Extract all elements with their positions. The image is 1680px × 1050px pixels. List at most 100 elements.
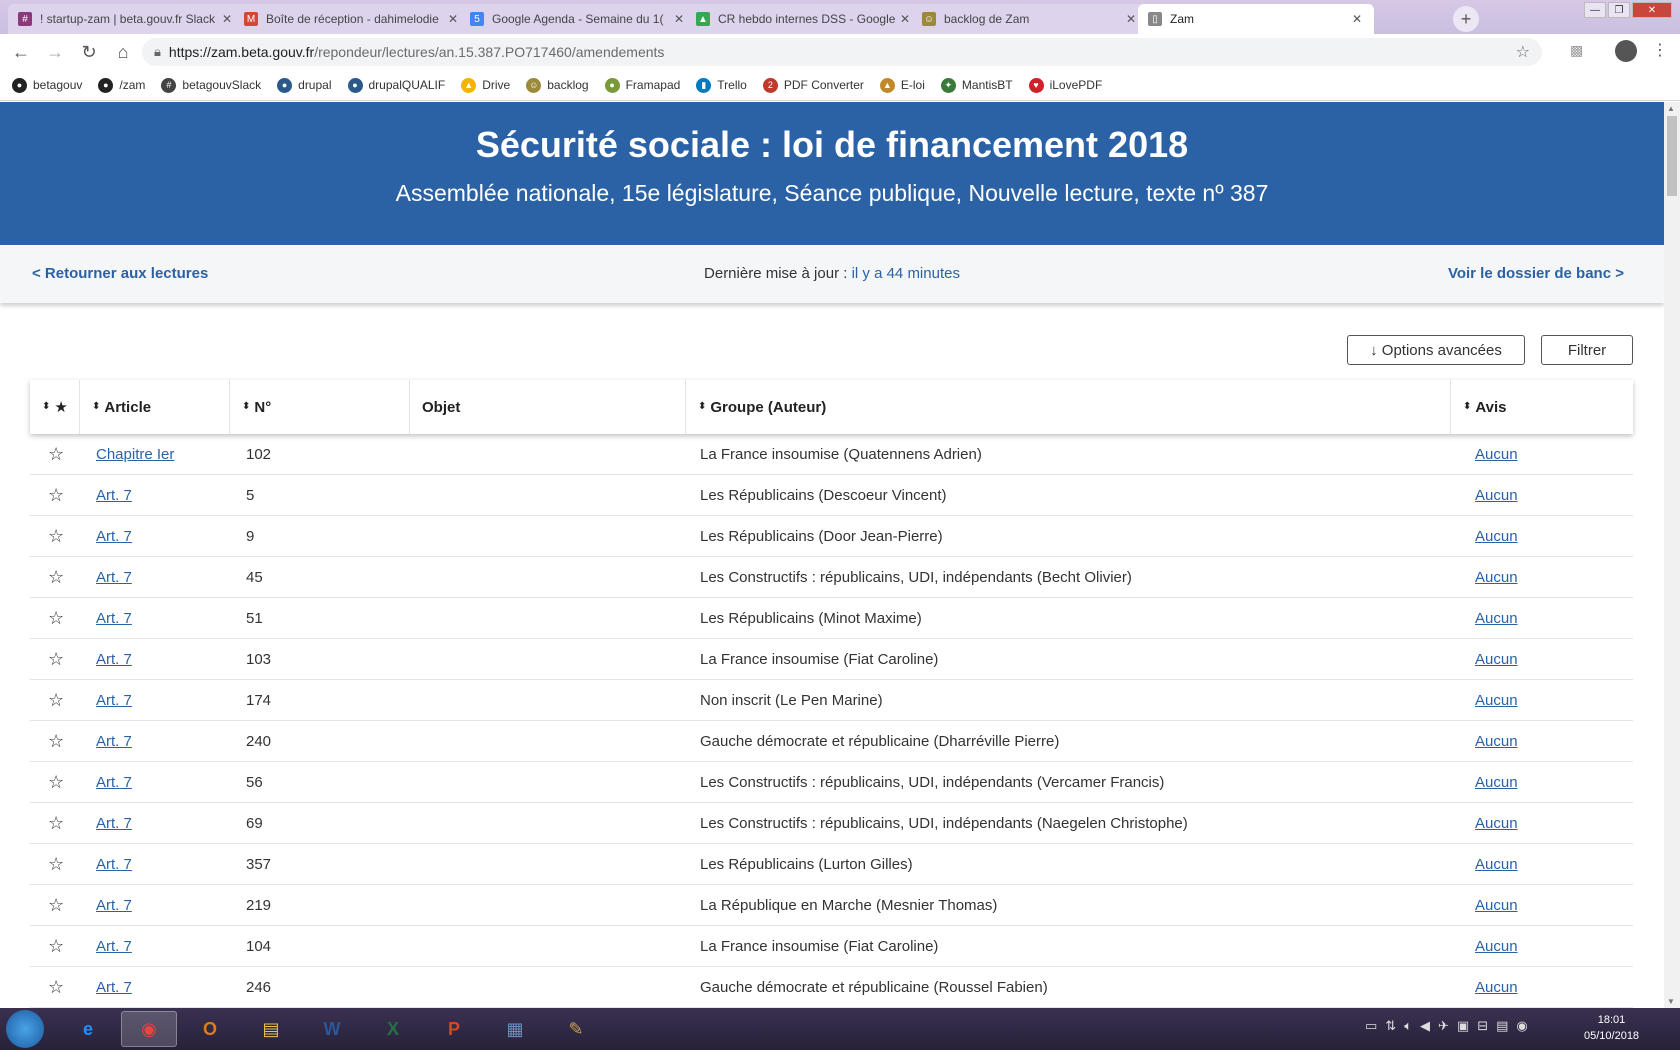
url-field[interactable]: 🔒︎ https://zam.beta.gouv.fr/repondeur/le…: [142, 38, 1542, 66]
restore-button[interactable]: ❐: [1608, 2, 1630, 18]
article-link[interactable]: Chapitre Ier: [96, 434, 174, 474]
article-link[interactable]: Art. 7: [96, 557, 132, 597]
bookmark-item[interactable]: ▮ Trello: [696, 77, 747, 93]
favorite-star-icon[interactable]: ☆: [48, 680, 64, 720]
close-window-button[interactable]: ✕: [1632, 2, 1672, 18]
bookmark-item[interactable]: # betagouvSlack: [161, 77, 261, 93]
browser-tab[interactable]: M Boîte de réception - dahimelodie ✕: [234, 4, 470, 34]
bookmark-item[interactable]: ▲ E-loi: [879, 77, 925, 93]
bookmark-item[interactable]: 2 PDF Converter: [762, 77, 864, 93]
article-link[interactable]: Art. 7: [96, 967, 132, 1007]
favorite-star-icon[interactable]: ☆: [48, 803, 64, 843]
bookmark-item[interactable]: ● /zam: [98, 77, 145, 93]
favorite-star-icon[interactable]: ☆: [48, 434, 64, 474]
avis-link[interactable]: Aucun: [1475, 885, 1518, 925]
avis-link[interactable]: Aucun: [1475, 598, 1518, 638]
article-link[interactable]: Art. 7: [96, 680, 132, 720]
favorite-star-icon[interactable]: ☆: [48, 721, 64, 761]
column-header-star[interactable]: ⬍ ★: [30, 380, 80, 434]
tray-icon[interactable]: ▭: [1365, 1018, 1377, 1034]
close-tab-icon[interactable]: ✕: [1124, 12, 1138, 26]
bookmark-item[interactable]: ● betagouv: [12, 77, 82, 93]
column-header-numero[interactable]: ⬍ N°: [230, 380, 410, 434]
tray-icon[interactable]: ⇅: [1385, 1018, 1396, 1034]
article-link[interactable]: Art. 7: [96, 885, 132, 925]
tray-icon[interactable]: ◉: [1516, 1018, 1527, 1034]
avis-link[interactable]: Aucun: [1475, 803, 1518, 843]
avis-link[interactable]: Aucun: [1475, 639, 1518, 679]
tray-icon[interactable]: ◀: [1420, 1018, 1430, 1034]
tray-icon[interactable]: ⊟: [1477, 1018, 1488, 1034]
column-header-groupe[interactable]: ⬍ Groupe (Auteur): [686, 380, 1451, 434]
favorite-star-icon[interactable]: ☆: [48, 598, 64, 638]
taskbar-file-explorer-icon[interactable]: ▤: [243, 1011, 299, 1047]
tray-icon[interactable]: ▤: [1496, 1018, 1508, 1034]
close-tab-icon[interactable]: ✕: [1350, 12, 1364, 26]
start-button[interactable]: [6, 1010, 44, 1048]
avis-link[interactable]: Aucun: [1475, 434, 1518, 474]
bookmark-item[interactable]: ♥ iLovePDF: [1028, 77, 1102, 93]
article-link[interactable]: Art. 7: [96, 803, 132, 843]
favorite-star-icon[interactable]: ☆: [48, 475, 64, 515]
article-link[interactable]: Art. 7: [96, 516, 132, 556]
advanced-options-button[interactable]: ↓ Options avancées: [1347, 335, 1525, 365]
avis-link[interactable]: Aucun: [1475, 844, 1518, 884]
bookmark-star-icon[interactable]: ☆: [1516, 42, 1530, 62]
volume-icon[interactable]: 🔈︎: [1404, 1018, 1412, 1034]
bookmark-item[interactable]: ● Framapad: [604, 77, 680, 93]
bookmark-item[interactable]: ☺ backlog: [526, 77, 589, 93]
bookmark-item[interactable]: ● drupal: [277, 77, 332, 93]
column-header-article[interactable]: ⬍ Article: [80, 380, 230, 434]
scroll-up-arrow-icon[interactable]: ▲: [1667, 104, 1675, 113]
clock[interactable]: 18:01 05/10/2018: [1584, 1012, 1639, 1044]
close-tab-icon[interactable]: ✕: [898, 12, 912, 26]
article-link[interactable]: Art. 7: [96, 721, 132, 761]
avis-link[interactable]: Aucun: [1475, 557, 1518, 597]
taskbar-word-icon[interactable]: W: [304, 1011, 360, 1047]
taskbar-excel-icon[interactable]: X: [365, 1011, 421, 1047]
avis-link[interactable]: Aucun: [1475, 721, 1518, 761]
taskbar-paint-icon[interactable]: ✎: [548, 1011, 604, 1047]
bookmark-item[interactable]: ✦ MantisBT: [940, 77, 1013, 93]
page-scrollbar[interactable]: ▲ ▼: [1664, 102, 1680, 1008]
favorite-star-icon[interactable]: ☆: [48, 557, 64, 597]
avis-link[interactable]: Aucun: [1475, 967, 1518, 1007]
close-tab-icon[interactable]: ✕: [446, 12, 460, 26]
browser-tab[interactable]: # ! startup-zam | beta.gouv.fr Slack ✕: [8, 4, 244, 34]
scroll-down-arrow-icon[interactable]: ▼: [1667, 997, 1675, 1006]
favorite-star-icon[interactable]: ☆: [48, 926, 64, 966]
home-icon[interactable]: ⌂: [106, 37, 140, 67]
favorite-star-icon[interactable]: ☆: [48, 762, 64, 802]
article-link[interactable]: Art. 7: [96, 598, 132, 638]
dossier-de-banc-link[interactable]: Voir le dossier de banc >: [1448, 265, 1624, 282]
filter-button[interactable]: Filtrer: [1541, 335, 1633, 365]
back-arrow-icon[interactable]: ←: [4, 37, 38, 67]
favorite-star-icon[interactable]: ☆: [48, 967, 64, 1007]
taskbar-chrome-icon[interactable]: ◉: [121, 1011, 177, 1047]
tray-icon[interactable]: ✈: [1438, 1018, 1449, 1034]
article-link[interactable]: Art. 7: [96, 926, 132, 966]
new-tab-button[interactable]: +: [1453, 6, 1479, 32]
reload-icon[interactable]: ↻: [72, 37, 106, 67]
taskbar-calculator-icon[interactable]: ▦: [487, 1011, 543, 1047]
menu-dots-icon[interactable]: ⋮: [1652, 40, 1668, 60]
extension-icon[interactable]: ▩: [1570, 42, 1583, 59]
avis-link[interactable]: Aucun: [1475, 926, 1518, 966]
article-link[interactable]: Art. 7: [96, 844, 132, 884]
tray-icon[interactable]: ▣: [1457, 1018, 1469, 1034]
avis-link[interactable]: Aucun: [1475, 762, 1518, 802]
article-link[interactable]: Art. 7: [96, 475, 132, 515]
browser-tab[interactable]: 5 Google Agenda - Semaine du 1(✕: [460, 4, 696, 34]
forward-arrow-icon[interactable]: →: [38, 37, 72, 67]
taskbar-powerpoint-icon[interactable]: P: [426, 1011, 482, 1047]
close-tab-icon[interactable]: ✕: [672, 12, 686, 26]
avis-link[interactable]: Aucun: [1475, 475, 1518, 515]
avis-link[interactable]: Aucun: [1475, 516, 1518, 556]
column-header-avis[interactable]: ⬍ Avis: [1451, 380, 1633, 434]
minimize-button[interactable]: —: [1584, 2, 1606, 18]
browser-tab[interactable]: ▲ CR hebdo internes DSS - Google ✕: [686, 4, 922, 34]
browser-tab[interactable]: ☺ backlog de Zam ✕: [912, 4, 1148, 34]
bookmark-item[interactable]: ● drupalQUALIF: [347, 77, 445, 93]
article-link[interactable]: Art. 7: [96, 762, 132, 802]
bookmark-item[interactable]: ▲ Drive: [461, 77, 510, 93]
